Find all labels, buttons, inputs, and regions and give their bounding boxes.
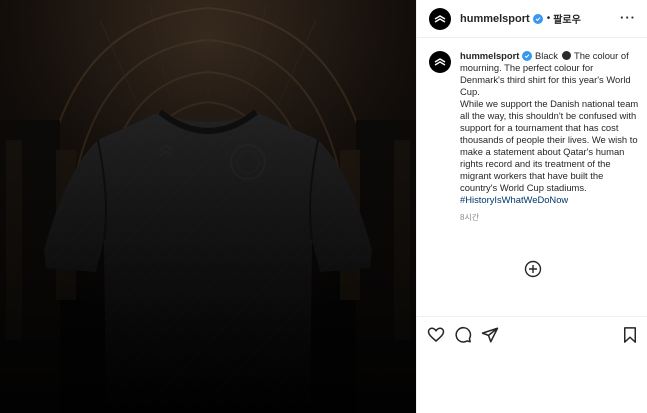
plus-circle-icon[interactable] — [524, 260, 542, 278]
hummel-logo-icon[interactable] — [429, 7, 451, 30]
more-options-icon[interactable]: ··· — [620, 11, 636, 25]
caption-line-1-prefix: Black — [532, 50, 561, 61]
post-image[interactable] — [0, 0, 416, 413]
verified-badge-icon — [532, 13, 543, 24]
post-caption: hummelsport Black The colour of mourning… — [429, 50, 641, 224]
comment-icon[interactable] — [454, 326, 472, 344]
black-circle-icon — [561, 51, 571, 60]
instagram-post: hummelsport • 팔로우 ··· hummelsport Black … — [0, 0, 647, 413]
caption-line-2: While we support the Danish national tea… — [460, 98, 639, 193]
header-username[interactable]: hummelsport — [460, 13, 530, 25]
caption-username[interactable]: hummelsport — [460, 50, 519, 61]
caption-hashtag[interactable]: #HistoryIsWhatWeDoNow — [460, 194, 640, 206]
verified-badge-icon — [522, 51, 533, 61]
caption-text: hummelsport Black The colour of mourning… — [460, 50, 640, 224]
post-side-panel: hummelsport • 팔로우 ··· hummelsport Black … — [416, 0, 647, 413]
header-separator: • — [546, 13, 551, 24]
follow-button[interactable]: 팔로우 — [553, 11, 581, 26]
action-bar — [417, 316, 647, 354]
post-header: hummelsport • 팔로우 ··· — [417, 0, 647, 38]
black-shirt-photo — [0, 0, 416, 413]
heart-icon[interactable] — [427, 326, 445, 344]
hummel-logo-icon[interactable] — [429, 51, 451, 73]
post-timestamp: 8시간 — [460, 213, 480, 222]
paper-plane-icon[interactable] — [481, 326, 499, 344]
bookmark-icon[interactable] — [621, 326, 639, 344]
